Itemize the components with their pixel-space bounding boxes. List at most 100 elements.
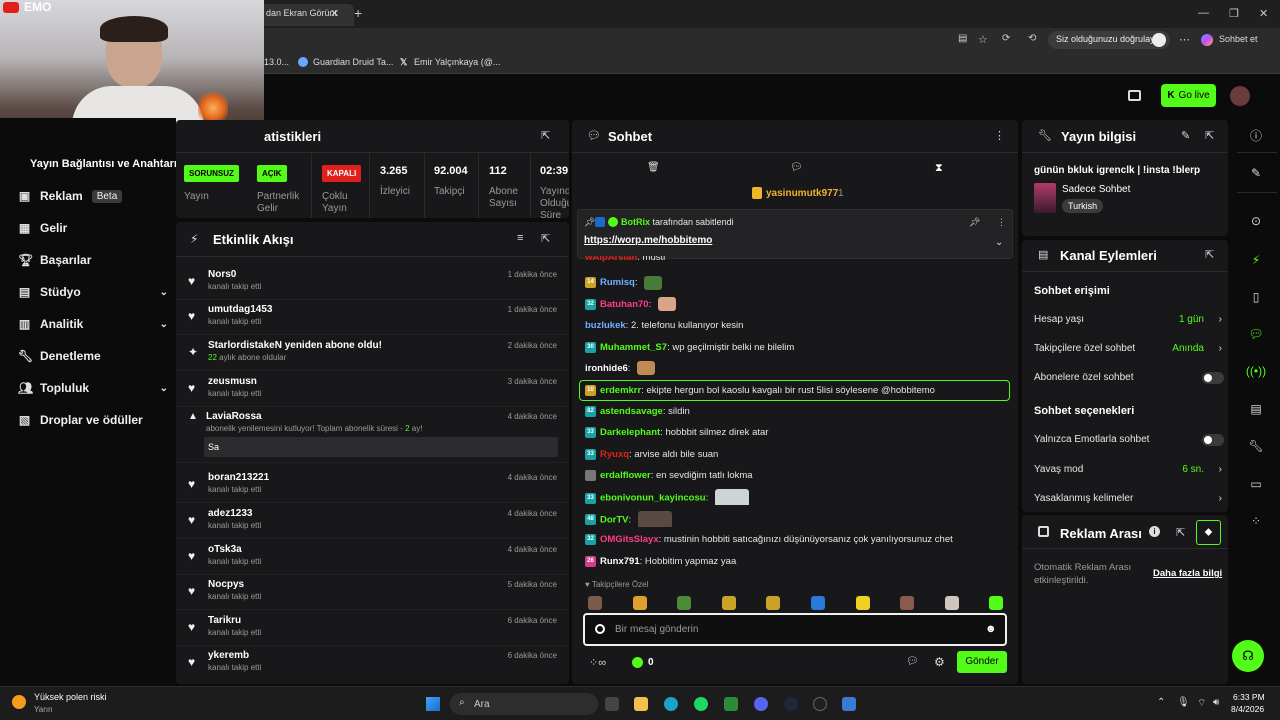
notes-icon[interactable]: ▯ [1245, 286, 1267, 308]
bookmark-item[interactable]: 13.0... [264, 57, 289, 67]
sidebar-item-moderation[interactable]: 🔧︎ Denetleme [18, 349, 168, 363]
send-button[interactable]: Gönder [957, 651, 1007, 673]
event-name[interactable]: Tarikru [208, 615, 241, 626]
chat-bubble-icon[interactable]: 💬︎ [906, 656, 919, 667]
info-icon[interactable]: i [1149, 526, 1160, 537]
pinned-menu-icon[interactable]: ⋮ [997, 217, 1006, 228]
volume-icon[interactable]: 🔊︎ [1213, 697, 1219, 708]
unpin-icon[interactable]: 📌︎ [969, 217, 980, 228]
chat-username[interactable]: erdalflower [600, 470, 651, 481]
popout-icon[interactable]: ⇱ [541, 129, 550, 142]
window-close-icon[interactable]: ✕ [1259, 7, 1268, 20]
chat-emote[interactable] [644, 275, 663, 290]
copilot-chat-button[interactable]: Sohbet et [1219, 34, 1258, 44]
pinned-link[interactable]: https://worp.me/hobbitemo [584, 235, 712, 246]
terminal-icon[interactable] [724, 697, 738, 711]
chat-username[interactable]: ironhide6 [585, 363, 628, 374]
more-icon[interactable]: ⋯ [1179, 33, 1190, 46]
learn-more-link[interactable]: Daha fazla bilgi [1153, 568, 1222, 579]
event-name[interactable]: adez1233 [208, 508, 252, 519]
info-icon[interactable]: ⓘ [1245, 125, 1267, 147]
event-name[interactable]: oTsk3a [208, 544, 242, 555]
collections-icon[interactable]: ⟲ [1028, 33, 1036, 44]
event-name[interactable]: Nocpys [208, 579, 244, 590]
emote-button[interactable] [632, 596, 647, 610]
event-name[interactable]: Nors0 [208, 269, 236, 280]
sidebar-item-community[interactable]: 👥︎ Topluluk ⌄ [18, 381, 168, 395]
camera-icon[interactable]: ⊙ [1245, 210, 1267, 232]
wrench-icon[interactable]: 🔧︎ [1245, 435, 1267, 457]
event-name[interactable]: LaviaRossa [206, 411, 262, 422]
popout-icon[interactable]: ⇱ [1205, 248, 1214, 261]
clock-time[interactable]: 6:33 PM [1233, 692, 1265, 702]
user-avatar[interactable] [1230, 86, 1250, 106]
category-name[interactable]: Sadece Sohbet [1062, 184, 1130, 195]
sidebar-item-revenue[interactable]: ▦ Gelir [18, 221, 168, 235]
chat-username[interactable]: wAlpArslan [585, 256, 637, 263]
community-icon[interactable]: ⁘∞ [589, 656, 606, 669]
reader-icon[interactable]: ▤ [958, 33, 967, 44]
emoji-picker-icon[interactable] [595, 624, 605, 634]
followers-only-row[interactable]: Takipçilere özel sohbet Anında › [1034, 343, 1224, 354]
sidebar-item-analytics[interactable]: ▥ Analitik ⌄ [18, 317, 168, 331]
spotify-icon[interactable] [694, 697, 708, 711]
banned-words-row[interactable]: Yasaklanmış kelimeler › [1034, 493, 1224, 504]
emote-button[interactable] [855, 596, 870, 610]
top-gifter-name[interactable]: yasinumutk977 [766, 188, 838, 199]
window-icon[interactable]: ▭ [1245, 473, 1267, 495]
task-view-icon[interactable] [605, 697, 619, 711]
emote-button[interactable] [766, 596, 781, 610]
copilot-icon[interactable] [1201, 34, 1213, 46]
community-icon[interactable]: ⁘ [1245, 510, 1267, 532]
file-explorer-icon[interactable] [634, 697, 648, 711]
discord-icon[interactable] [754, 697, 768, 711]
slow-mode-row[interactable]: Yavaş mod 6 sn. › [1034, 464, 1224, 475]
account-age-row[interactable]: Hesap yaşı 1 gün › [1034, 314, 1224, 325]
chat-emote[interactable] [637, 361, 656, 376]
popout-icon[interactable]: ⇱ [1176, 526, 1185, 539]
maximize-icon[interactable]: ❐ [1229, 7, 1239, 20]
chat-username[interactable]: Muhammet_S7 [600, 342, 667, 353]
minimize-icon[interactable]: — [1198, 7, 1209, 19]
app-icon[interactable] [842, 697, 856, 711]
event-name[interactable]: umutdag1453 [208, 304, 272, 315]
profile-avatar[interactable] [1152, 33, 1166, 47]
trash-icon[interactable]: 🗑︎ [647, 162, 660, 173]
actions-icon[interactable]: ▤ [1245, 398, 1267, 420]
event-name[interactable]: ykeremb [208, 650, 249, 661]
chat-mode-icon[interactable]: 💬︎ [790, 162, 803, 173]
chat-username[interactable]: ebonivonun_kayincosu [600, 493, 706, 504]
sidebar-item-ad[interactable]: ▣ Reklam Beta [18, 189, 168, 203]
chat-input-placeholder[interactable]: Bir mesaj gönderin [615, 624, 698, 635]
browser-tab[interactable]: dan Ekran Görünt [258, 4, 354, 26]
sidebar-item-achievements[interactable]: 🏆︎ Başarılar [18, 253, 168, 267]
subscribers-only-toggle[interactable] [1202, 372, 1224, 384]
chat-username[interactable]: DorTV [600, 514, 629, 525]
emote-button[interactable] [900, 596, 915, 610]
popout-icon[interactable]: ⇱ [1205, 129, 1214, 142]
windows-start-icon[interactable] [426, 697, 440, 711]
chat-emote[interactable] [657, 297, 676, 312]
ad-settings-button[interactable]: ⬥ [1196, 520, 1221, 545]
sidebar-item-studio[interactable]: ▤ Stüdyo ⌄ [18, 285, 168, 299]
weather-title[interactable]: Yüksek polen riski [34, 692, 107, 702]
emote-button[interactable] [989, 596, 1004, 610]
smiley-icon[interactable]: ☻ [985, 623, 997, 635]
emote-button[interactable] [944, 596, 959, 610]
chat-username[interactable]: Ryuxq [600, 449, 629, 460]
tab-close-icon[interactable]: ✕ [330, 7, 339, 20]
stream-tag[interactable]: Turkish [1062, 199, 1104, 213]
chat-bubble-icon[interactable]: 💬︎ [1245, 323, 1267, 345]
edge-icon[interactable] [664, 697, 678, 711]
event-name[interactable]: boran213221 [208, 472, 269, 483]
chat-username[interactable]: astendsavage [600, 406, 663, 417]
hourglass-icon[interactable]: ⧗ [935, 162, 943, 175]
edit-icon[interactable]: ✎ [1245, 162, 1267, 184]
bookmark-item[interactable]: Guardian Druid Ta... [313, 57, 393, 67]
chevron-down-icon[interactable]: ⌄ [995, 237, 1003, 248]
gear-icon[interactable]: ⚙ [934, 655, 945, 669]
lightning-icon[interactable]: ⚡︎ [1245, 249, 1267, 271]
chat-username[interactable]: buzlukek [585, 320, 626, 331]
chat-username[interactable]: Rumisq [600, 277, 635, 288]
event-name[interactable]: StarlordistakeN yeniden abone oldu! [208, 340, 382, 351]
